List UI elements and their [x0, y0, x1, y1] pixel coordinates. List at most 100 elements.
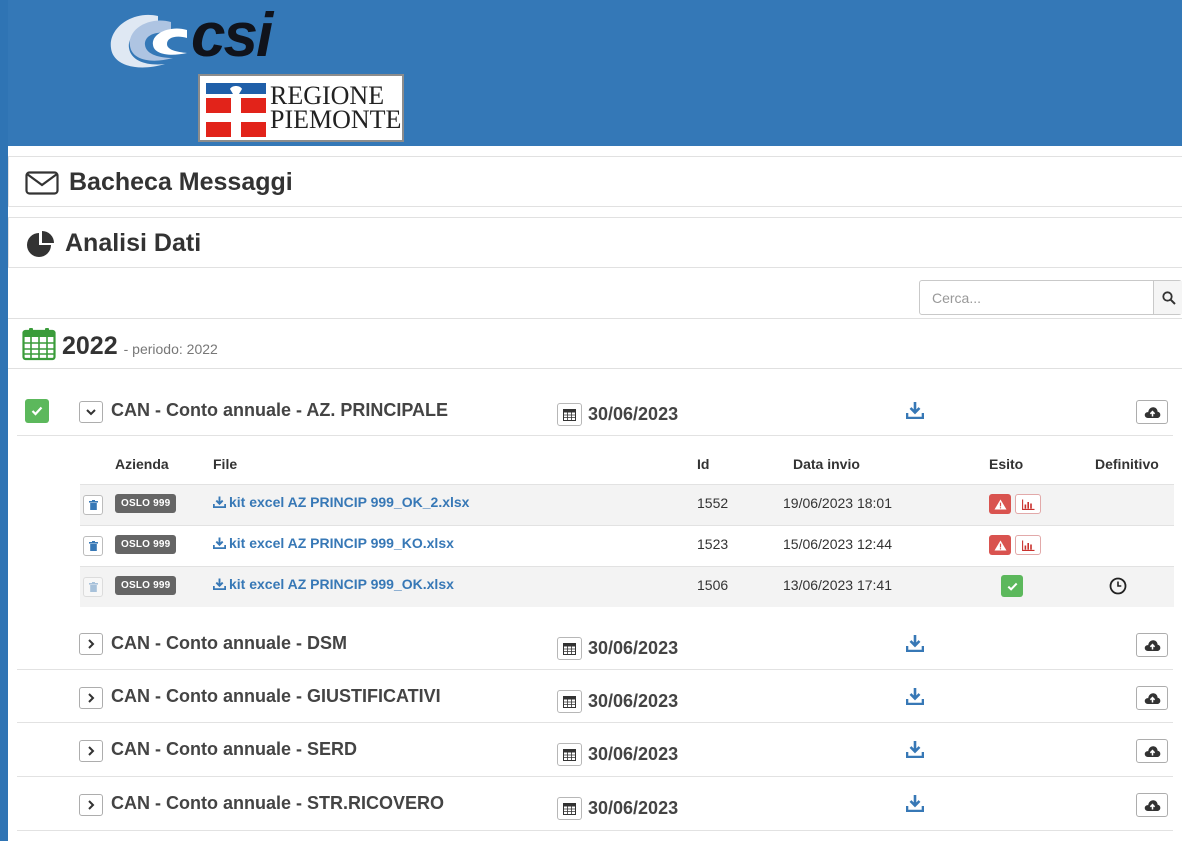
calendar-button[interactable]	[557, 402, 582, 426]
expand-toggle-button[interactable]	[79, 687, 103, 709]
table-row: OSLO 999 kit excel AZ PRINCIP 999_OK.xls…	[80, 567, 1174, 607]
table-row: OSLO 999 kit excel AZ PRINCIP 999_OK_2.x…	[80, 485, 1174, 525]
section-title: CAN - Conto annuale - SERD	[111, 739, 357, 759]
file-name: kit excel AZ PRINCIP 999_KO.xlsx	[229, 535, 454, 551]
delete-button[interactable]	[83, 577, 103, 597]
analysis-panel[interactable]: Analisi Dati	[8, 217, 1182, 268]
file-name: kit excel AZ PRINCIP 999_OK_2.xlsx	[229, 494, 470, 510]
cloud-upload-icon	[1144, 639, 1160, 651]
calendar-icon	[563, 695, 576, 708]
file-download-link[interactable]: kit excel AZ PRINCIP 999_OK_2.xlsx	[213, 494, 469, 510]
file-send-date: 13/06/2023 17:41	[783, 577, 892, 593]
calendar-icon	[563, 642, 576, 655]
chevron-right-icon	[88, 693, 95, 703]
download-icon	[213, 578, 226, 590]
search-input[interactable]	[920, 281, 1153, 314]
calendar-icon	[563, 802, 576, 815]
table-row: OSLO 999 kit excel AZ PRINCIP 999_KO.xls…	[80, 526, 1174, 566]
file-id: 1523	[697, 536, 729, 552]
brand-text: csi	[191, 1, 273, 70]
regione-piemonte-logo: REGIONE PIEMONTE	[198, 74, 404, 142]
csi-logo: csi REGIONE PIEMONTE	[103, 1, 408, 142]
error-result-button[interactable]	[989, 535, 1011, 555]
region-line-2: PIEMONTE	[270, 105, 402, 134]
divider	[8, 368, 1182, 369]
csi-swirl-icon	[110, 14, 187, 68]
divider	[17, 830, 1173, 831]
divider	[17, 722, 1173, 723]
download-icon	[213, 496, 226, 508]
search-button[interactable]	[1153, 281, 1182, 314]
divider	[8, 318, 1182, 319]
calendar-icon	[22, 328, 56, 361]
expand-toggle-button[interactable]	[79, 794, 103, 816]
calendar-button[interactable]	[557, 636, 582, 660]
trash-icon	[88, 500, 98, 510]
error-result-button[interactable]	[989, 494, 1011, 514]
pie-chart-icon	[27, 230, 54, 257]
deadline: 30/06/2023	[557, 688, 678, 714]
column-header-file: File	[213, 456, 238, 472]
completed-check-icon	[25, 399, 49, 423]
file-send-date: 15/06/2023 12:44	[783, 536, 892, 552]
success-result-icon	[1001, 575, 1023, 597]
period-year: 2022	[62, 332, 118, 360]
envelope-icon	[25, 170, 59, 195]
cloud-upload-icon	[1144, 692, 1160, 704]
download-icon	[213, 537, 226, 549]
section-title: CAN - Conto annuale - DSM	[111, 633, 347, 653]
trash-icon	[88, 582, 98, 592]
check-icon	[1007, 582, 1017, 591]
app-header: csi REGIONE PIEMONTE	[8, 0, 1182, 146]
expand-toggle-button[interactable]	[79, 633, 103, 655]
download-icon[interactable]	[906, 634, 924, 652]
file-id: 1506	[697, 577, 729, 593]
upload-button[interactable]	[1136, 400, 1168, 424]
delete-button[interactable]	[83, 536, 103, 556]
calendar-button[interactable]	[557, 796, 582, 820]
period-heading: 2022 - periodo: 2022	[22, 325, 218, 361]
section-title: CAN - Conto annuale - STR.RICOVERO	[111, 793, 444, 813]
company-badge: OSLO 999	[115, 576, 177, 595]
download-icon[interactable]	[906, 687, 924, 705]
cloud-upload-icon	[1144, 745, 1160, 757]
deadline-date: 30/06/2023	[588, 743, 679, 764]
divider	[17, 776, 1173, 777]
upload-button[interactable]	[1136, 633, 1168, 657]
deadline-date: 30/06/2023	[588, 637, 679, 658]
company-badge: OSLO 999	[115, 494, 177, 513]
report-button[interactable]	[1015, 535, 1041, 555]
download-icon[interactable]	[906, 794, 924, 812]
trash-icon	[88, 541, 98, 551]
calendar-button[interactable]	[557, 689, 582, 713]
company-badge: OSLO 999	[115, 535, 177, 554]
column-header-esito: Esito	[989, 456, 1024, 472]
file-id: 1552	[697, 495, 729, 511]
bar-chart-icon	[1021, 499, 1034, 510]
left-accent-bar	[0, 0, 8, 841]
expand-toggle-button[interactable]	[79, 740, 103, 762]
calendar-button[interactable]	[557, 742, 582, 766]
search-icon	[1161, 290, 1176, 305]
period-label: - periodo: 2022	[123, 341, 218, 357]
messages-panel-title: Bacheca Messaggi	[69, 168, 293, 196]
column-header-definitivo: Definitivo	[1095, 456, 1159, 472]
divider	[17, 669, 1173, 670]
collapse-toggle-button[interactable]	[79, 401, 103, 423]
file-download-link[interactable]: kit excel AZ PRINCIP 999_KO.xlsx	[213, 535, 454, 551]
report-button[interactable]	[1015, 494, 1041, 514]
upload-button[interactable]	[1136, 793, 1168, 817]
download-icon[interactable]	[906, 401, 924, 419]
delete-button[interactable]	[83, 495, 103, 515]
column-header-data-invio: Data invio	[793, 456, 860, 472]
download-icon[interactable]	[906, 740, 924, 758]
cloud-upload-icon	[1144, 799, 1160, 811]
messages-panel[interactable]: Bacheca Messaggi	[8, 156, 1182, 207]
deadline: 30/06/2023	[557, 795, 678, 821]
file-send-date: 19/06/2023 18:01	[783, 495, 892, 511]
upload-button[interactable]	[1136, 739, 1168, 763]
warning-icon	[994, 499, 1006, 509]
upload-button[interactable]	[1136, 686, 1168, 710]
deadline: 30/06/2023	[557, 401, 678, 427]
file-download-link[interactable]: kit excel AZ PRINCIP 999_OK.xlsx	[213, 576, 454, 592]
